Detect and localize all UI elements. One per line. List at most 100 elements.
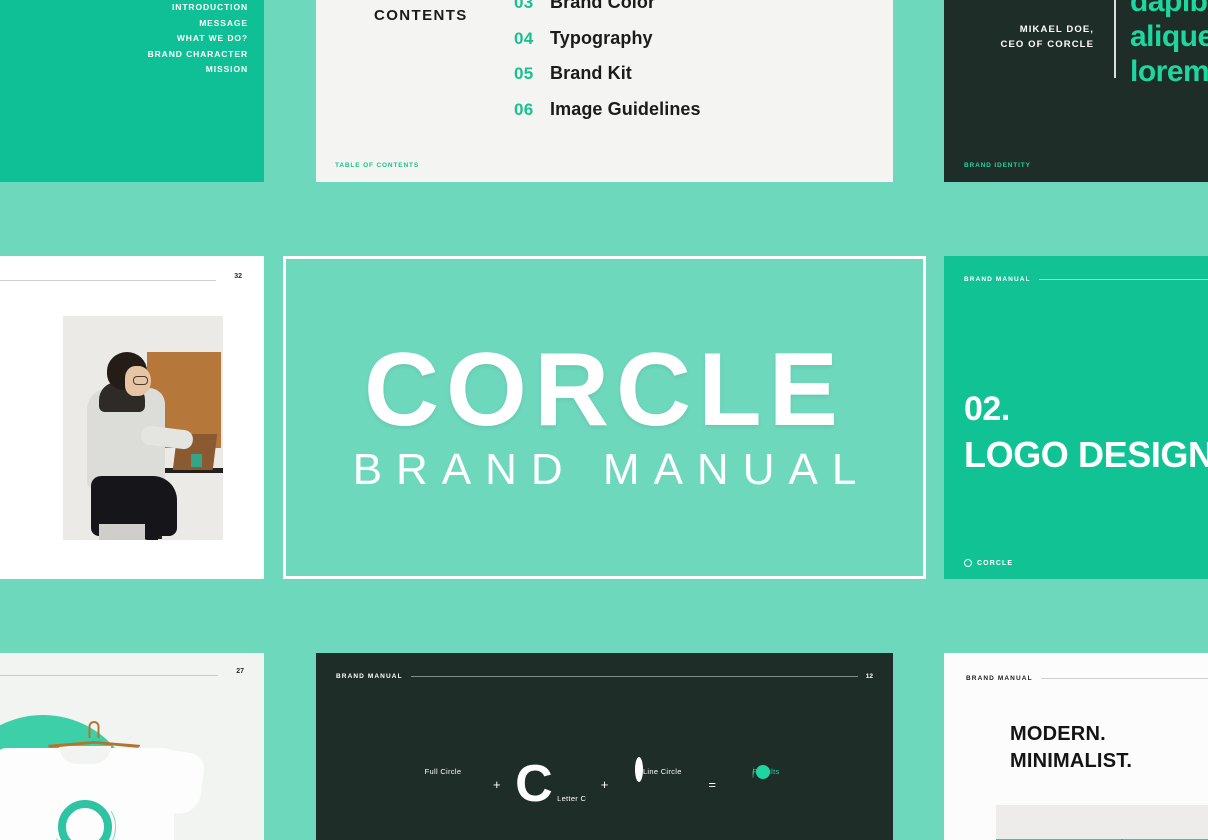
hanger-bar xyxy=(48,741,140,748)
contents-entry-number: 04 xyxy=(514,28,534,48)
hero-subtitle: BRAND MANUAL xyxy=(352,444,871,494)
slide-card-brand-identity-quote[interactable]: MIKAEL DOE, CEO OF CORCLE dapibu alique … xyxy=(944,0,1208,182)
photo-glasses xyxy=(133,376,148,385)
tshirt-left-sleeve xyxy=(0,749,13,817)
slide-card-modern-minimalist[interactable]: BRAND MANUAL MODERN. MINIMALIST. xyxy=(944,653,1208,840)
contents-entry: 05 Brand Kit xyxy=(514,63,701,99)
logo-construction-header-rule xyxy=(410,676,858,677)
photo-page-line-10: lecorcle xyxy=(0,502,44,516)
logo-step-label: Line Circle xyxy=(642,767,682,776)
slide-card-contact-photo-page[interactable]: 32 Durliam la cle.com clecorcle corcle l… xyxy=(0,256,264,579)
quote-text-line-3: lorem xyxy=(1130,55,1208,88)
logo-step-letter-c: C Letter C xyxy=(514,755,588,813)
tshirt-page-number: 27 xyxy=(236,668,244,675)
contents-heading: CONTENTS xyxy=(374,7,468,24)
corcle-ring-icon xyxy=(964,559,972,567)
quote-text-line-2: alique xyxy=(1130,20,1208,53)
contents-footer-tag: TABLE OF CONTENTS xyxy=(335,162,420,169)
section-brandmark-label: CORCLE xyxy=(977,559,1014,567)
operator-plus-2: + xyxy=(600,777,609,792)
slide-gallery-grid: INTRODUCTION MESSAGE WHAT WE DO? BRAND C… xyxy=(0,0,1208,840)
photo-page-line-7: le xyxy=(0,450,44,464)
intro-nav-item-3: BRAND CHARACTER xyxy=(147,48,248,59)
intro-nav-item-1: MESSAGE xyxy=(199,17,248,28)
photo-page-spacer xyxy=(0,360,44,384)
section-header: BRAND MANUAL xyxy=(964,276,1208,283)
contents-entry-number: 05 xyxy=(514,64,534,83)
photo-page-line-9: corcle xyxy=(0,488,44,502)
corcle-ring-inner xyxy=(756,765,771,779)
quote-attribution-name: MIKAEL DOE, xyxy=(1019,24,1094,35)
section-title: LOGO DESIGN xyxy=(964,434,1208,475)
photo-page-header-rule xyxy=(0,280,216,281)
modern-headline-line-1: MODERN. xyxy=(1010,723,1106,745)
photo-page-spacer xyxy=(0,464,44,488)
corcle-ring-icon xyxy=(54,796,116,840)
logo-construction-header-tag: BRAND MANUAL xyxy=(336,673,403,680)
operator-equals: = xyxy=(708,777,716,792)
photo-page-spacer xyxy=(0,398,44,422)
contents-entry: 04 Typography xyxy=(514,28,701,64)
contents-entry-title: Image Guidelines xyxy=(550,98,701,119)
section-header-rule xyxy=(1038,279,1208,280)
modern-header-rule xyxy=(1040,678,1208,679)
section-number: 02. xyxy=(964,390,1010,428)
logo-construction-steps: Full Circle + C Letter C + Line Circle = xyxy=(406,755,803,813)
hero-text-block: CORCLE BRAND MANUAL xyxy=(286,338,923,498)
contents-entry-title: Brand Color xyxy=(550,0,656,12)
photo-page-line-5: clecorcle xyxy=(0,422,44,436)
intro-nav-item-0: INTRODUCTION xyxy=(172,2,248,12)
tshirt-right-sleeve xyxy=(157,749,207,817)
contents-entry-title: Typography xyxy=(550,27,653,48)
modern-header: BRAND MANUAL xyxy=(966,675,1208,682)
modern-header-tag: BRAND MANUAL xyxy=(966,675,1033,682)
tshirt-primary: CORCLE xyxy=(0,746,207,840)
intro-nav-item-4: MISSION xyxy=(205,64,248,74)
letter-c-icon: C xyxy=(515,755,553,813)
quote-attribution: MIKAEL DOE, CEO OF CORCLE xyxy=(964,22,1094,52)
quote-attribution-role: CEO OF CORCLE xyxy=(1000,39,1094,50)
photo-page-line-3: cle.com xyxy=(0,384,44,398)
quote-divider-rule xyxy=(1114,0,1116,78)
contents-entry-number: 06 xyxy=(514,99,534,119)
slide-card-tshirt-mockup[interactable]: 27 CORCLE xyxy=(0,653,264,840)
photo-mug xyxy=(191,454,202,467)
intro-nav-list: INTRODUCTION MESSAGE WHAT WE DO? BRAND C… xyxy=(148,0,248,78)
contents-entry: 03 Brand Color xyxy=(514,0,701,28)
slide-card-table-of-contents[interactable]: CONTENTS 03 Brand Color 04 Typography 05… xyxy=(316,0,893,182)
section-brandmark: CORCLE xyxy=(964,559,1013,567)
quote-footer-tag: BRAND IDENTITY xyxy=(964,162,1031,169)
contents-entry: 06 Image Guidelines xyxy=(514,99,701,135)
logo-step-line-circle: Line Circle xyxy=(621,757,695,782)
hanger-hook xyxy=(88,721,100,738)
slide-card-brand-manual-cover[interactable]: CORCLE BRAND MANUAL xyxy=(283,256,926,579)
logo-step-label: Letter C xyxy=(557,794,587,803)
quote-text-line-1: dapibu xyxy=(1130,0,1208,18)
photo-page-line-6: corcle xyxy=(0,436,44,450)
modern-headline: MODERN. MINIMALIST. xyxy=(1010,721,1132,775)
photo-page-number: 32 xyxy=(234,273,242,280)
photo-person-at-laptop xyxy=(63,316,223,540)
logo-step-result: Results xyxy=(729,761,803,779)
contents-entry-list: 03 Brand Color 04 Typography 05 Brand Ki… xyxy=(514,0,701,134)
photo-page-line-0: Durliam xyxy=(0,332,44,346)
modern-headline-line-2: MINIMALIST. xyxy=(1010,750,1133,772)
logo-construction-header: BRAND MANUAL 12 xyxy=(336,673,873,680)
photo-page-line-1: la xyxy=(0,346,44,360)
modern-interior-photo xyxy=(996,805,1208,840)
contents-entry-title: Brand Kit xyxy=(550,63,632,83)
hanger-icon-primary xyxy=(48,721,140,751)
slide-card-logo-construction[interactable]: BRAND MANUAL 12 Full Circle + C Letter C… xyxy=(316,653,893,840)
slide-card-logo-design-divider[interactable]: BRAND MANUAL 02. LOGO DESIGN CORCLE xyxy=(944,256,1208,579)
logo-step-full-circle: Full Circle xyxy=(406,761,480,779)
operator-plus-1: + xyxy=(493,777,501,792)
photo-page-body-text: Durliam la cle.com clecorcle corcle le c… xyxy=(0,332,44,516)
contents-entry-number: 03 xyxy=(514,0,534,12)
line-circle-icon xyxy=(634,757,643,782)
slide-card-introduction[interactable]: INTRODUCTION MESSAGE WHAT WE DO? BRAND C… xyxy=(0,0,264,182)
intro-nav-item-2: WHAT WE DO? xyxy=(176,33,248,43)
section-header-tag: BRAND MANUAL xyxy=(964,276,1031,283)
hero-title: CORCLE xyxy=(363,331,846,448)
tshirt-page-header-rule xyxy=(0,675,218,676)
photo-stool xyxy=(99,524,145,540)
